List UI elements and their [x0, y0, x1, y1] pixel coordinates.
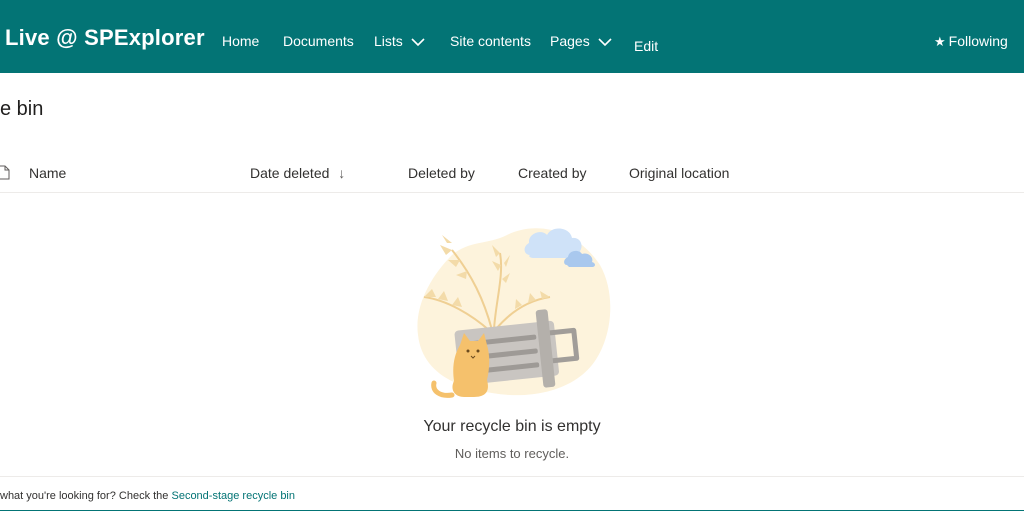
footer-divider [0, 476, 1024, 477]
empty-recycle-bin-illustration [417, 228, 611, 398]
nav-item-pages[interactable]: Pages [550, 32, 612, 50]
site-header: Live @ SPExplorer Home Documents Lists S… [0, 0, 1024, 73]
nav-item-lists[interactable]: Lists [374, 32, 425, 50]
column-header-created-by[interactable]: Created by [518, 164, 586, 182]
nav-item-edit[interactable]: Edit [634, 37, 658, 55]
empty-state-title-text: Your recycle bin is empty [423, 418, 601, 435]
column-header-date-deleted-label: Date deleted [250, 165, 330, 181]
star-icon: ★ [934, 34, 946, 49]
page-title: e bin [0, 98, 44, 120]
following-button[interactable]: ★ Following [934, 32, 1008, 51]
bottom-accent-line [0, 510, 1024, 511]
nav-item-documents[interactable]: Documents [283, 32, 354, 50]
footer-prefix-text: what you're looking for? Check the [0, 490, 172, 502]
column-header-original-location[interactable]: Original location [629, 164, 729, 182]
footer-message: what you're looking for? Check the Secon… [0, 489, 295, 503]
column-header-name[interactable]: Name [29, 164, 66, 182]
following-label: Following [948, 33, 1008, 49]
empty-state-title: Your recycle bin is empty [0, 417, 1024, 437]
empty-state-subtitle: No items to recycle. [0, 446, 1024, 462]
nav-item-lists-label: Lists [374, 33, 403, 49]
nav-item-home[interactable]: Home [222, 32, 259, 50]
column-header-date-deleted[interactable]: Date deleted ↓ [250, 164, 345, 182]
chevron-down-icon [411, 38, 425, 47]
second-stage-recycle-bin-link[interactable]: Second-stage recycle bin [171, 490, 295, 502]
sort-descending-icon: ↓ [338, 165, 346, 181]
site-title[interactable]: Live @ SPExplorer [5, 24, 205, 52]
column-header-deleted-by[interactable]: Deleted by [408, 164, 475, 182]
nav-item-site-contents[interactable]: Site contents [450, 32, 531, 50]
file-type-icon [0, 165, 10, 180]
header-divider [0, 192, 1024, 193]
nav-item-pages-label: Pages [550, 33, 590, 49]
empty-state-subtitle-text: No items to recycle. [454, 446, 570, 461]
chevron-down-icon [598, 38, 612, 47]
